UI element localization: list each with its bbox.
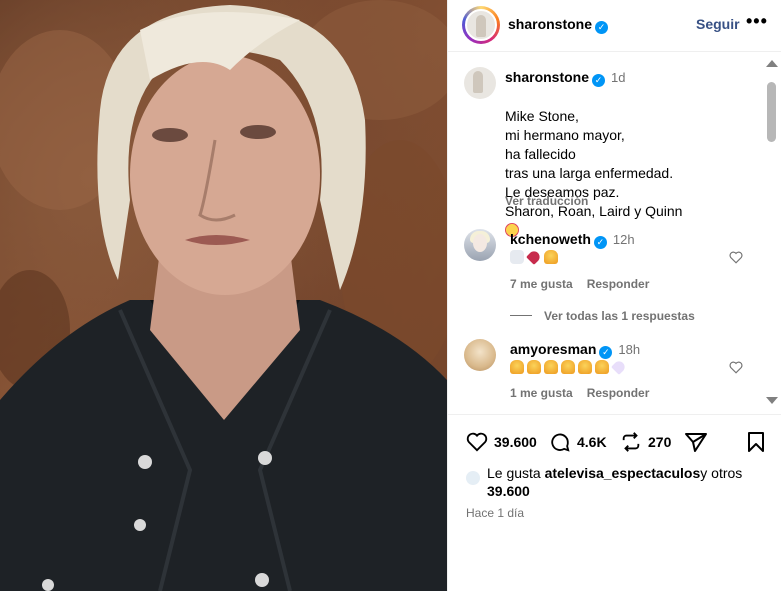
bookmark-icon[interactable] — [746, 431, 766, 453]
view-replies-link[interactable]: Ver todas las 1 respuestas — [510, 309, 695, 323]
author-username[interactable]: sharonstone ✓ — [508, 16, 609, 34]
reply-button[interactable]: Responder — [587, 277, 650, 291]
heart-icon[interactable] — [466, 432, 488, 452]
post-timestamp: Hace 1 día — [466, 506, 525, 520]
comments-count: 4.6K — [577, 434, 607, 450]
likes-summary: Le gusta atelevisa_espectaculosy otros 3… — [487, 464, 767, 500]
caption-text: Mike Stone, mi hermano mayor, ha falleci… — [505, 88, 745, 240]
caption-username-text[interactable]: sharonstone — [505, 69, 589, 85]
post-details-panel: sharonstone ✓ Seguir ••• sharonstone ✓ 1d M… — [447, 0, 781, 591]
avatar[interactable] — [464, 339, 496, 371]
like-comment-heart-icon[interactable] — [729, 251, 743, 264]
send-icon[interactable] — [684, 431, 708, 453]
likes-count: 39.600 — [494, 434, 537, 450]
see-translation-link[interactable]: Ver traducción — [505, 194, 588, 208]
repost-icon[interactable] — [620, 431, 642, 453]
comment-bubble-icon[interactable] — [549, 431, 571, 453]
follow-button[interactable]: Seguir — [696, 16, 740, 32]
total-likes-link[interactable]: 39.600 — [487, 483, 530, 499]
caption-username[interactable]: sharonstone ✓ 1d — [505, 69, 625, 87]
likes-suffix: y otros — [700, 465, 743, 481]
more-options-icon[interactable]: ••• — [746, 11, 768, 32]
reply-button[interactable]: Responder — [587, 386, 650, 400]
comment-username[interactable]: kchenoweth ✓ 12h — [510, 231, 635, 249]
comment-likes-count[interactable]: 7 me gusta — [510, 277, 573, 291]
likes-prefix: Le gusta — [487, 465, 545, 481]
praying-hands-icon — [561, 360, 575, 374]
doves-icon — [510, 250, 524, 264]
comment-meta: 1 me gusta Responder — [510, 386, 663, 400]
liker-avatar[interactable] — [466, 471, 480, 485]
comment-time: 18h — [618, 342, 641, 357]
post-image[interactable] — [0, 0, 447, 591]
post-header: sharonstone ✓ Seguir ••• — [448, 0, 781, 52]
scrollbar[interactable] — [764, 60, 778, 410]
scroll-down-arrow-icon[interactable] — [766, 397, 778, 404]
verified-badge-icon: ✓ — [595, 21, 609, 34]
comment-username-text[interactable]: kchenoweth — [510, 231, 591, 247]
avatar — [465, 9, 497, 41]
praying-hands-icon — [595, 360, 609, 374]
repost-button[interactable]: 270 — [620, 430, 671, 454]
praying-hands-icon — [578, 360, 592, 374]
caption-time: 1d — [611, 70, 626, 85]
replies-divider — [510, 315, 532, 316]
share-button[interactable] — [684, 430, 708, 454]
like-comment-heart-icon[interactable] — [729, 361, 743, 374]
verified-badge-icon: ✓ — [599, 346, 613, 359]
view-replies-text[interactable]: Ver todas las 1 respuestas — [544, 309, 695, 323]
comment-text — [510, 359, 629, 375]
praying-hands-icon — [510, 360, 524, 374]
white-heart-icon — [611, 359, 627, 375]
comment-meta: 7 me gusta Responder — [510, 277, 663, 291]
comment-text — [510, 249, 561, 265]
portrait-illustration — [0, 0, 447, 591]
broken-heart-icon — [526, 249, 542, 265]
post-actions: 39.600 4.6K 270 Le gusta atelevisa_espec… — [448, 414, 781, 591]
liker-account-link[interactable]: atelevisa_espectaculos — [545, 465, 701, 481]
scrollbar-thumb[interactable] — [767, 82, 776, 142]
avatar[interactable] — [464, 229, 496, 261]
like-button[interactable]: 39.600 — [466, 430, 537, 454]
comment-likes-count[interactable]: 1 me gusta — [510, 386, 573, 400]
save-button[interactable] — [746, 430, 766, 454]
author-username-text[interactable]: sharonstone — [508, 16, 592, 32]
comment-time: 12h — [612, 232, 635, 247]
comment-username[interactable]: amyoresman ✓ 18h — [510, 341, 640, 359]
reposts-count: 270 — [648, 434, 672, 450]
praying-hands-icon — [544, 250, 558, 264]
verified-badge-icon: ✓ — [592, 74, 606, 87]
story-ring[interactable] — [462, 6, 500, 44]
praying-hands-icon — [544, 360, 558, 374]
avatar[interactable] — [464, 67, 496, 99]
comment-username-text[interactable]: amyoresman — [510, 341, 596, 357]
comments-scroll-area[interactable]: sharonstone ✓ 1d Mike Stone, mi hermano ma… — [448, 53, 781, 413]
verified-badge-icon: ✓ — [593, 236, 607, 249]
scroll-up-arrow-icon[interactable] — [766, 60, 778, 67]
praying-hands-icon — [527, 360, 541, 374]
comment-button[interactable]: 4.6K — [549, 430, 607, 454]
